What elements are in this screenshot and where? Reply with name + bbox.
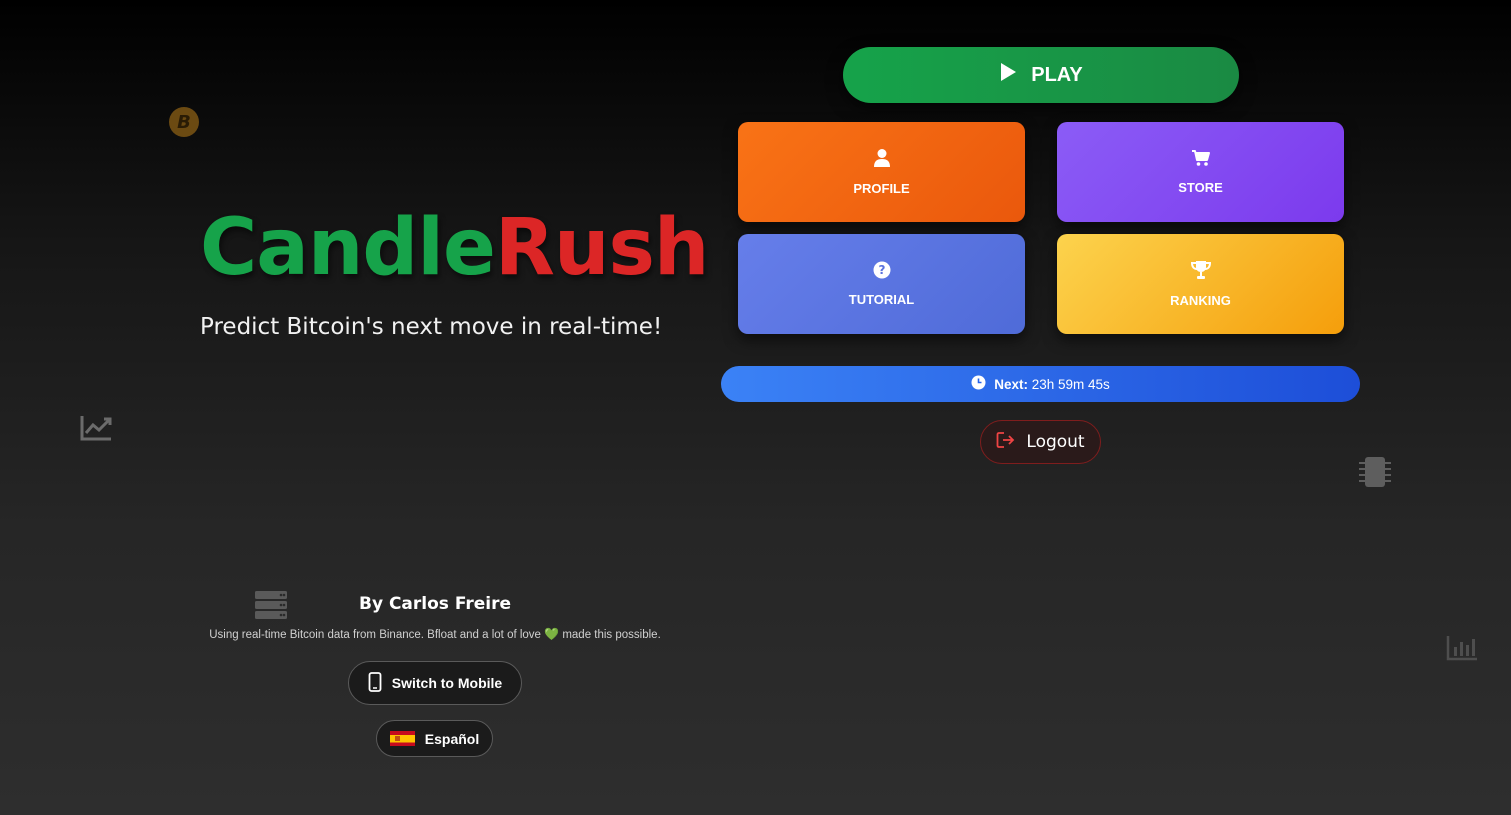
ranking-label: RANKING bbox=[1170, 293, 1231, 308]
store-button[interactable]: STORE bbox=[1057, 122, 1344, 222]
logout-button[interactable]: Logout bbox=[980, 420, 1101, 464]
microchip-icon bbox=[1358, 454, 1392, 495]
app-title-rush: Rush bbox=[494, 203, 710, 293]
timer-value: 23h 59m 45s bbox=[1031, 376, 1110, 392]
credits-text-before: Using real-time Bitcoin data from Binanc… bbox=[209, 629, 541, 641]
app-title-candle: Candle bbox=[200, 203, 496, 293]
play-label: PLAY bbox=[1031, 63, 1083, 86]
clock-icon bbox=[971, 375, 986, 393]
tutorial-label: TUTORIAL bbox=[848, 292, 915, 307]
author-credit: By Carlos Freire bbox=[358, 594, 511, 614]
chart-bar-icon bbox=[1446, 634, 1479, 667]
next-round-timer: Next: 23h 59m 45s bbox=[721, 366, 1360, 402]
ranking-button[interactable]: RANKING bbox=[1057, 234, 1344, 334]
store-label: STORE bbox=[1178, 180, 1223, 195]
app-title: CandleRush bbox=[200, 202, 710, 294]
cart-icon bbox=[1191, 149, 1211, 170]
heart-icon: 💚 bbox=[544, 627, 560, 641]
svg-text:?: ? bbox=[878, 263, 885, 277]
language-label: Español bbox=[424, 730, 480, 747]
trophy-icon bbox=[1190, 260, 1212, 283]
switch-to-mobile-button[interactable]: Switch to Mobile bbox=[348, 661, 522, 705]
profile-button[interactable]: PROFILE bbox=[738, 122, 1025, 222]
spain-flag-icon bbox=[389, 731, 415, 746]
credits-description: Using real-time Bitcoin data from Binanc… bbox=[180, 627, 690, 641]
sign-out-icon bbox=[996, 431, 1016, 454]
chart-line-icon bbox=[80, 414, 113, 447]
credits-text-after: made this possible. bbox=[562, 629, 661, 641]
bitcoin-icon: B bbox=[169, 107, 199, 137]
tutorial-button[interactable]: ? TUTORIAL bbox=[738, 234, 1025, 334]
timer-prefix: Next: bbox=[994, 376, 1028, 392]
mobile-phone-icon bbox=[368, 671, 382, 695]
play-button[interactable]: PLAY bbox=[843, 47, 1239, 103]
switch-to-mobile-label: Switch to Mobile bbox=[391, 675, 503, 691]
language-button[interactable]: Español bbox=[376, 720, 493, 757]
profile-label: PROFILE bbox=[853, 181, 910, 196]
question-circle-icon: ? bbox=[873, 261, 891, 282]
play-icon bbox=[999, 62, 1017, 88]
user-icon bbox=[873, 148, 891, 171]
logout-label: Logout bbox=[1026, 432, 1085, 452]
tagline: Predict Bitcoin's next move in real-time… bbox=[200, 314, 663, 340]
